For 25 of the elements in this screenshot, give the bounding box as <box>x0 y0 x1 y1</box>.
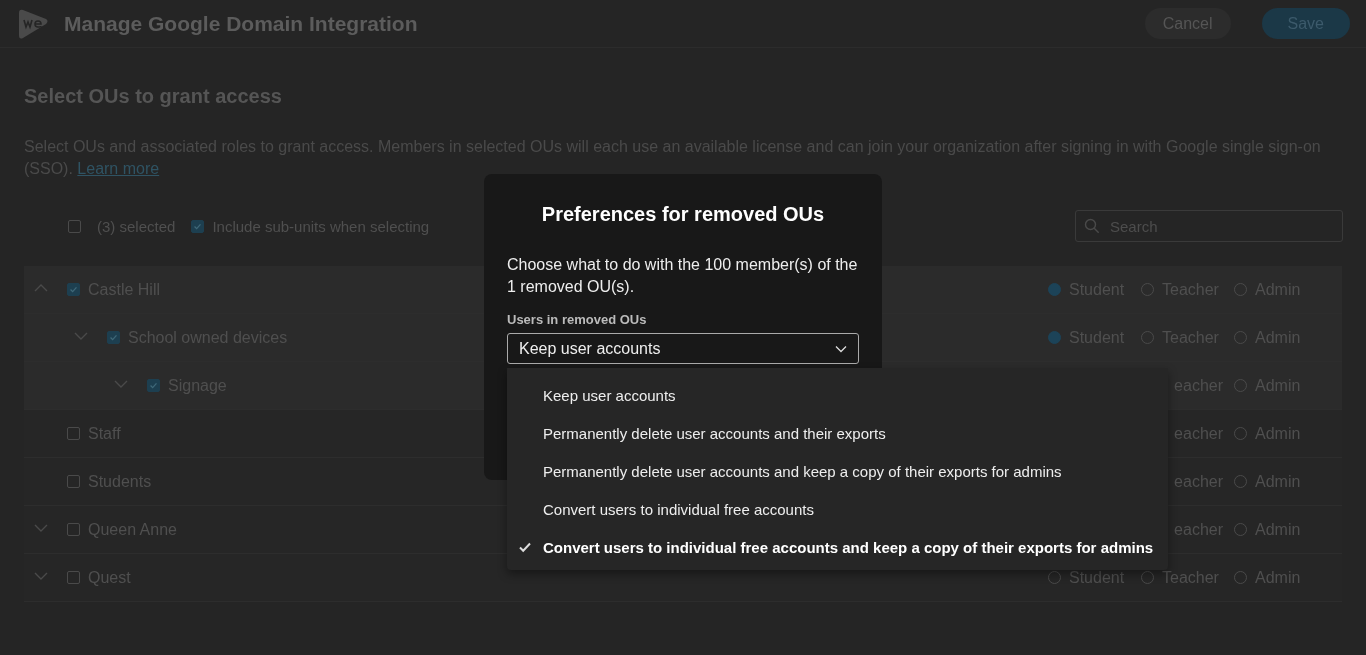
menu-option[interactable]: Permanently delete user accounts and their exports <box>507 414 1168 452</box>
menu-option[interactable]: Convert users to individual free accounts <box>507 490 1168 528</box>
check-icon <box>108 332 119 343</box>
checkbox[interactable] <box>67 475 80 488</box>
menu-option[interactable]: Convert users to individual free accounts and keep a copy of their exports for admins <box>507 528 1168 566</box>
check-icon <box>68 284 79 295</box>
check-icon <box>148 380 159 391</box>
checkbox[interactable] <box>67 571 80 584</box>
checkbox[interactable] <box>67 523 80 536</box>
select-all-checkbox[interactable] <box>68 219 81 233</box>
menu-option[interactable]: Permanently delete user accounts and keep a copy of their exports for admins <box>507 452 1168 490</box>
search-icon <box>1084 218 1100 234</box>
checkbox[interactable] <box>191 219 205 233</box>
checkbox[interactable] <box>147 379 160 392</box>
menu-option[interactable]: Keep user accounts <box>507 376 1168 414</box>
checkbox[interactable] <box>67 283 80 296</box>
radio-button[interactable] <box>1048 283 1061 296</box>
checkbox[interactable] <box>67 427 80 440</box>
dropdown-field[interactable]: Keep user accounts <box>507 333 859 364</box>
dialog-title: Preferences for removed OUs <box>540 202 826 226</box>
checkbox[interactable] <box>107 331 120 344</box>
field-label: Users in removed OUs <box>507 312 648 327</box>
radio-button[interactable] <box>1048 331 1061 344</box>
check-icon <box>519 541 531 553</box>
dialog-description: Choose what to do with the 100 member(s) of the 1 removed OU(s). <box>507 255 859 297</box>
